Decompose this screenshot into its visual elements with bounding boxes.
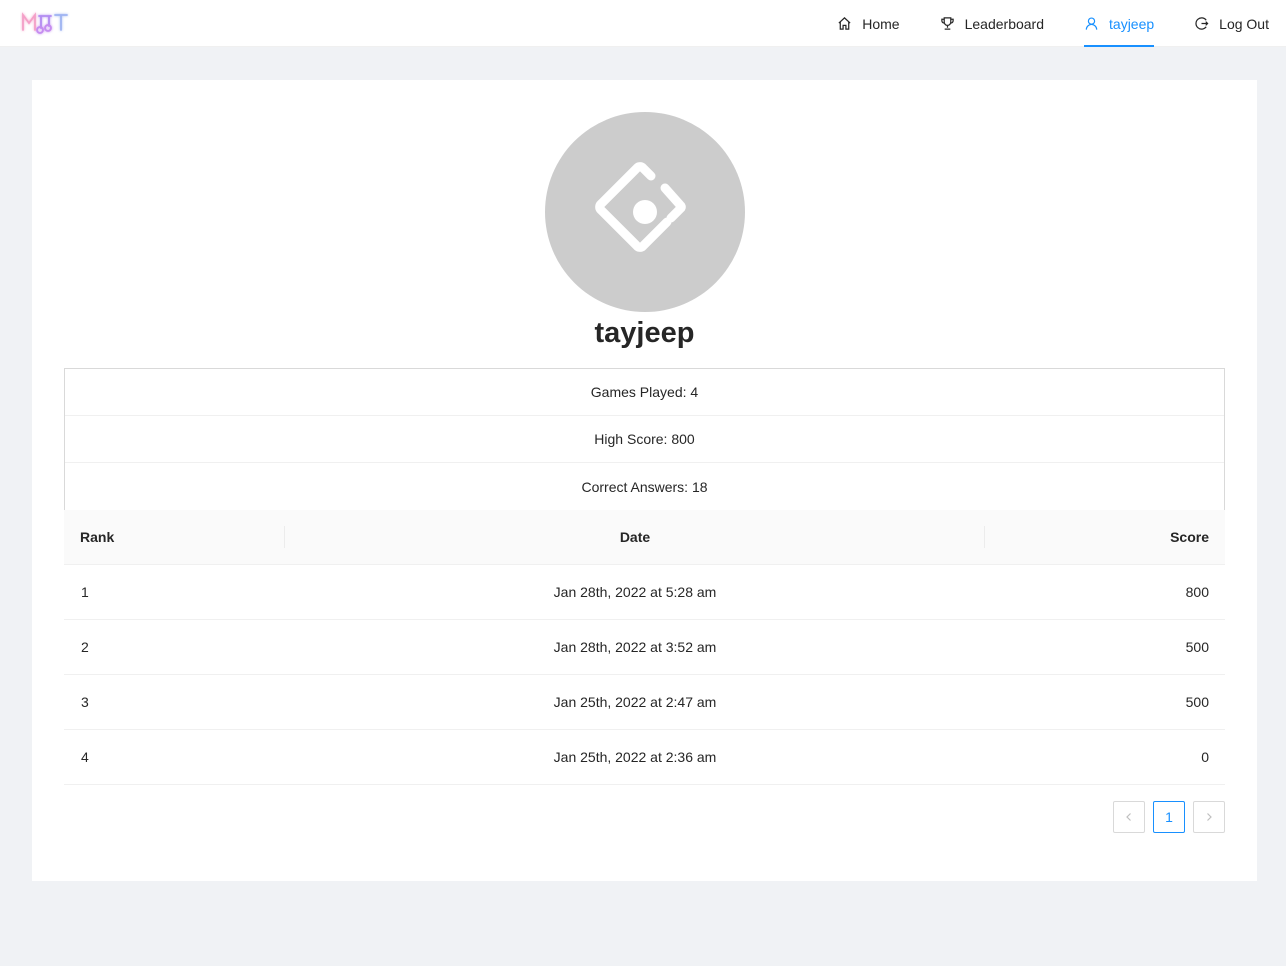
table-row: 2 Jan 28th, 2022 at 3:52 am 500	[64, 620, 1225, 675]
column-header-score: Score	[1170, 529, 1209, 545]
logout-icon	[1195, 17, 1209, 30]
cell-score: 0	[1201, 749, 1209, 765]
cell-rank: 2	[81, 639, 89, 655]
nav-profile[interactable]: tayjeep	[1064, 0, 1174, 47]
cell-date: Jan 25th, 2022 at 2:36 am	[553, 749, 717, 765]
pagination-page-1[interactable]: 1	[1153, 801, 1185, 833]
column-header-date: Date	[285, 526, 985, 548]
column-header-rank: Rank	[64, 526, 285, 548]
pagination-next-button[interactable]	[1193, 801, 1225, 833]
cell-date: Jan 28th, 2022 at 5:28 am	[553, 584, 717, 600]
cell-score: 500	[1185, 694, 1209, 710]
nav-leaderboard[interactable]: Leaderboard	[920, 0, 1064, 47]
pagination-prev-button[interactable]	[1113, 801, 1145, 833]
profile-card: tayjeep Games Played: 4 High Score: 800 …	[32, 80, 1257, 881]
user-icon	[1085, 17, 1098, 30]
ant-design-logo-icon	[595, 162, 686, 252]
chevron-right-icon	[1207, 813, 1212, 821]
cell-rank: 1	[81, 584, 89, 600]
stat-correct-answers: Correct Answers: 18	[581, 478, 708, 495]
main-nav: Home Leaderboard tayjeep Log Out	[817, 0, 1286, 47]
app-logo[interactable]	[20, 8, 70, 36]
nav-leaderboard-label: Leaderboard	[964, 15, 1045, 32]
pagination: 1	[1113, 801, 1225, 833]
table-row: 3 Jan 25th, 2022 at 2:47 am 500	[64, 675, 1225, 730]
stat-games-played: Games Played: 4	[65, 369, 1224, 416]
profile-username: tayjeep	[594, 317, 695, 349]
cell-date: Jan 25th, 2022 at 2:47 am	[553, 694, 717, 710]
stat-high-score: High Score: 800	[65, 416, 1224, 463]
nav-logout-label: Log Out	[1219, 15, 1269, 32]
table-row: 1 Jan 28th, 2022 at 5:28 am 800	[64, 565, 1225, 620]
cell-rank: 3	[81, 694, 89, 710]
table-row: 4 Jan 25th, 2022 at 2:36 am 0	[64, 730, 1225, 785]
table-header: Rank Date Score	[64, 510, 1225, 565]
games-table: Rank Date Score 1 Jan 28th, 2022 at 5:28…	[64, 510, 1225, 785]
home-icon	[838, 17, 851, 30]
nav-home-label: Home	[862, 15, 900, 32]
cell-date: Jan 28th, 2022 at 3:52 am	[553, 639, 717, 655]
nav-profile-label: tayjeep	[1109, 15, 1155, 32]
nav-home[interactable]: Home	[817, 0, 919, 47]
nav-logout[interactable]: Log Out	[1174, 0, 1286, 47]
stats-list: Games Played: 4 High Score: 800 Correct …	[64, 368, 1225, 511]
chevron-left-icon	[1126, 813, 1131, 821]
cell-score: 500	[1185, 639, 1209, 655]
trophy-icon	[940, 17, 954, 30]
cell-rank: 4	[81, 749, 89, 765]
cell-score: 800	[1185, 584, 1209, 600]
top-navbar: Home Leaderboard tayjeep Log Out	[0, 0, 1286, 47]
avatar	[545, 112, 745, 312]
